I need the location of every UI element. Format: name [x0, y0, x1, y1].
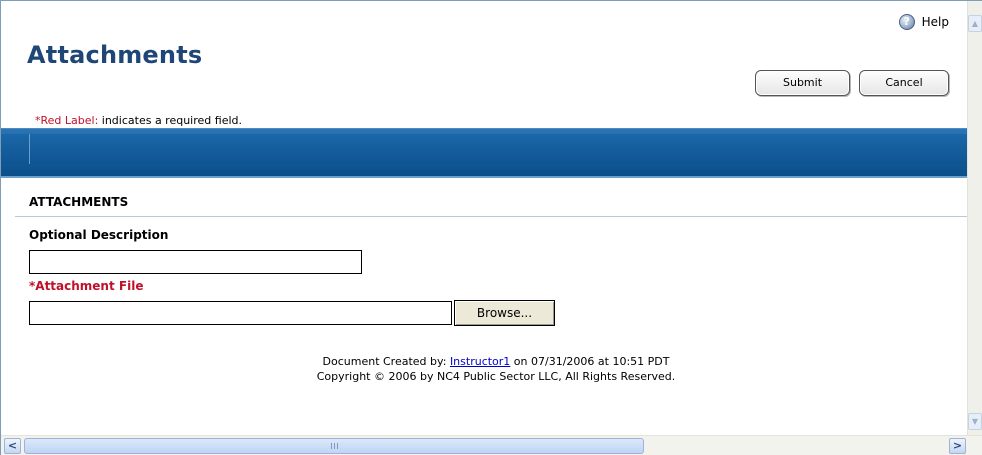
page-title: Attachments — [27, 41, 203, 69]
footer-created: Document Created by: Instructor1 on 07/3… — [1, 355, 967, 368]
required-label-text: indicates a required field. — [98, 114, 242, 127]
help-label: Help — [921, 15, 949, 29]
section-header: ATTACHMENTS — [29, 195, 129, 209]
scroll-down-icon[interactable]: ▼ — [968, 413, 982, 430]
required-label-prefix: *Red Label: — [35, 114, 99, 127]
attachment-file-label: *Attachment File — [29, 279, 144, 293]
page-content: ? Help Attachments Submit Cancel *Red La… — [1, 1, 967, 435]
footer-created-suffix: on 07/31/2006 at 10:51 PDT — [510, 355, 670, 368]
help-link[interactable]: ? Help — [898, 14, 949, 30]
submit-button[interactable]: Submit — [755, 70, 850, 96]
section-divider — [15, 216, 967, 217]
description-input[interactable] — [29, 250, 362, 274]
tab-bar-strip — [1, 134, 967, 164]
horizontal-scroll-thumb[interactable] — [24, 438, 644, 454]
vertical-scrollbar[interactable]: ▲ ▼ — [967, 1, 982, 435]
scroll-right-icon[interactable]: > — [949, 438, 966, 454]
scroll-up-icon[interactable]: ▲ — [968, 15, 982, 32]
tab-bar — [1, 128, 967, 178]
help-icon: ? — [898, 14, 915, 30]
horizontal-scrollbar[interactable]: < > — [1, 435, 982, 455]
cancel-button[interactable]: Cancel — [859, 70, 949, 96]
footer-created-prefix: Document Created by: — [322, 355, 450, 368]
creator-link[interactable]: Instructor1 — [450, 355, 510, 368]
footer-copyright: Copyright © 2006 by NC4 Public Sector LL… — [316, 370, 676, 383]
tab-bar-separator — [29, 134, 30, 164]
scroll-left-icon[interactable]: < — [4, 438, 21, 454]
scroll-grip-icon — [331, 443, 340, 449]
required-field-note: *Red Label: indicates a required field. — [35, 114, 242, 127]
attachment-file-input[interactable] — [29, 301, 452, 325]
browse-button[interactable]: Browse... — [454, 300, 555, 326]
description-label: Optional Description — [29, 228, 169, 242]
